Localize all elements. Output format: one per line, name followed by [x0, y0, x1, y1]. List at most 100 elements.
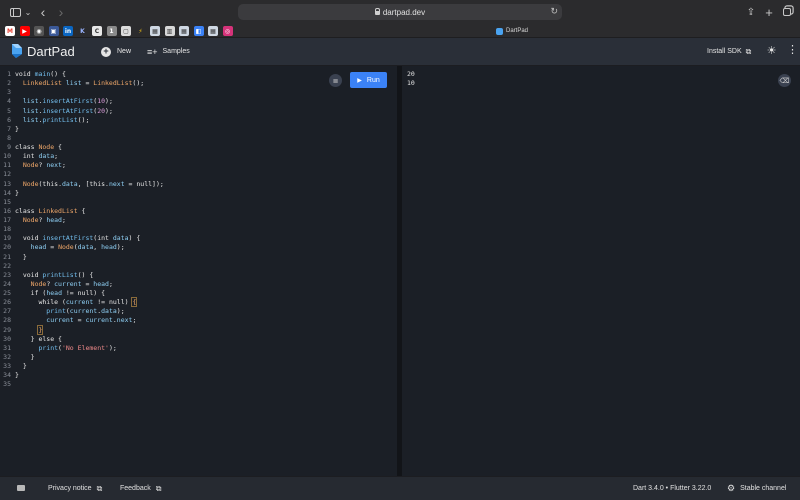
code-line[interactable]: 15 [0, 198, 397, 207]
code-line[interactable]: 5 list.insertAtFirst(20); [0, 107, 397, 116]
brightness-icon[interactable]: ☀ [766, 46, 777, 57]
feedback-link[interactable]: Feedback ⧉ [120, 484, 161, 493]
code-line[interactable]: 33 } [0, 362, 397, 371]
code-line[interactable]: 10 int data; [0, 152, 397, 161]
code-line[interactable]: 30 } else { [0, 335, 397, 344]
site-13-favicon[interactable]: ▦ [179, 26, 189, 36]
code-text: list.insertAtFirst(20); [15, 106, 113, 115]
site-4-favicon[interactable]: ▣ [48, 26, 59, 36]
code-line[interactable]: 14} [0, 189, 397, 198]
keyboard-icon[interactable] [17, 485, 25, 491]
console-output: 20 10 ⌫ [402, 66, 800, 476]
site-3-favicon[interactable]: ◉ [34, 26, 44, 36]
site-9-favicon[interactable]: ▢ [121, 26, 131, 36]
code-line[interactable]: 12 [0, 170, 397, 179]
code-area[interactable]: 1 void main() {2 LinkedList list = Linked… [0, 70, 397, 389]
site-14-favicon[interactable]: ◧ [193, 26, 204, 36]
tune-icon: ⚙ [727, 483, 736, 493]
code-editor[interactable]: 1 void main() {2 LinkedList list = Linked… [0, 66, 397, 476]
tabs-overview-icon[interactable] [782, 5, 792, 19]
run-button[interactable]: ▶ Run [350, 72, 387, 88]
code-text: print('No Element'); [15, 343, 117, 352]
code-line[interactable]: 34} [0, 371, 397, 380]
site-11-favicon[interactable]: ▦ [150, 26, 160, 36]
samples-button[interactable]: ≡+ Samples [147, 45, 190, 58]
code-line[interactable]: 9 class Node { [0, 143, 397, 152]
active-tab[interactable]: DartPad [496, 26, 528, 36]
chevron-down-icon[interactable]: ⌄ [24, 5, 32, 19]
code-line[interactable]: 13 Node(this.data, [this.next = null]); [0, 180, 397, 189]
site-10-favicon[interactable]: ⚡ [135, 26, 146, 36]
code-line[interactable]: 28 current = current.next; [0, 316, 397, 325]
forward-arrow-icon[interactable]: › [56, 4, 66, 20]
play-icon: ▶ [357, 77, 362, 84]
dart-logo-icon [12, 44, 22, 58]
channel-label: Stable channel [740, 485, 787, 492]
code-line[interactable]: 27 print(current.data); [0, 307, 397, 316]
new-button[interactable]: + New [101, 45, 131, 58]
reload-icon[interactable]: ↻ [550, 6, 558, 17]
line-number: 31 [3, 343, 11, 352]
new-tab-icon[interactable]: + [764, 5, 774, 20]
back-arrow-icon[interactable]: ‹ [38, 4, 48, 20]
code-line[interactable]: 22 [0, 262, 397, 271]
code-line[interactable]: 16 class LinkedList { [0, 207, 397, 216]
favorites-bar: DartPad M ▶ ◉ ▣ in K C 1 ▢ ⚡ ▦ ▥ ▦ ◧ ▦ ◎ [0, 24, 800, 38]
share-icon[interactable]: ⇪ [746, 5, 756, 19]
code-line[interactable]: 21 } [0, 253, 397, 262]
code-line[interactable]: 31 print('No Element'); [0, 344, 397, 353]
code-line[interactable]: 29 } [0, 324, 397, 335]
code-text: Node(this.data, [this.next = null]); [15, 179, 164, 188]
version-info: Dart 3.4.0 • Flutter 3.22.0 [633, 485, 712, 492]
youtube-favicon[interactable]: ▶ [19, 26, 30, 36]
gmail-favicon[interactable]: M [5, 26, 15, 36]
code-line[interactable]: 7} [0, 125, 397, 134]
site-7-favicon[interactable]: C [92, 26, 102, 36]
line-number: 17 [3, 216, 11, 224]
clear-console-icon[interactable]: ⌫ [778, 74, 791, 87]
install-sdk-label: Install SDK [707, 48, 742, 55]
code-line[interactable]: 8 [0, 134, 397, 143]
code-line[interactable]: 24 Node? current = head; [0, 280, 397, 289]
code-line[interactable]: 23 void printList() { [0, 271, 397, 280]
code-line[interactable]: 17 Node? head; [0, 216, 397, 225]
linkedin-favicon[interactable]: in [63, 26, 73, 36]
instagram-favicon[interactable]: ◎ [222, 26, 233, 36]
code-line[interactable]: 11 Node? next; [0, 161, 397, 170]
line-number: 12 [3, 170, 11, 179]
code-line[interactable]: 18 [0, 225, 397, 234]
code-line[interactable]: 20 head = Node(data, head); [0, 243, 397, 252]
line-number: 22 [3, 261, 11, 270]
site-8-favicon[interactable]: 1 [106, 26, 117, 36]
code-line[interactable]: 25 if (head != null) { [0, 289, 397, 298]
format-icon[interactable]: ≣ [329, 74, 342, 87]
channel-selector[interactable]: ⚙ Stable channel [727, 483, 787, 493]
code-text: } [15, 362, 27, 370]
site-15-favicon[interactable]: ▦ [208, 26, 218, 36]
more-vertical-icon[interactable]: ⋮ [787, 45, 798, 56]
line-number: 18 [3, 225, 11, 234]
line-number: 23 [3, 270, 11, 279]
code-line[interactable]: 35 [0, 380, 397, 389]
active-tab-title: DartPad [506, 28, 529, 34]
code-line[interactable]: 3 [0, 88, 397, 97]
code-line[interactable]: 32 } [0, 353, 397, 362]
line-number: 11 [3, 161, 11, 170]
code-text: while (current != null) { [15, 297, 138, 308]
line-number: 8 [7, 133, 11, 142]
code-line[interactable]: 4 list.insertAtFirst(10); [0, 97, 397, 106]
code-line[interactable]: 19 void insertAtFirst(int data) { [0, 234, 397, 243]
code-line[interactable]: 6 list.printList(); [0, 116, 397, 125]
install-sdk-link[interactable]: Install SDK ⧉ [707, 45, 751, 58]
sidebar-toggle-icon[interactable] [8, 5, 22, 19]
line-number: 28 [3, 316, 11, 325]
code-text: list.printList(); [15, 115, 90, 124]
app-title: DartPad [27, 44, 75, 59]
site-6-favicon[interactable]: K [77, 26, 88, 36]
address-bar[interactable]: dartpad.dev ↻ [238, 4, 562, 20]
line-number: 14 [3, 188, 11, 197]
code-line[interactable]: 26 while (current != null) { [0, 297, 397, 308]
dartpad-tab-icon [496, 27, 503, 35]
privacy-notice-link[interactable]: Privacy notice ⧉ [48, 484, 102, 493]
site-12-favicon[interactable]: ▥ [164, 26, 175, 36]
